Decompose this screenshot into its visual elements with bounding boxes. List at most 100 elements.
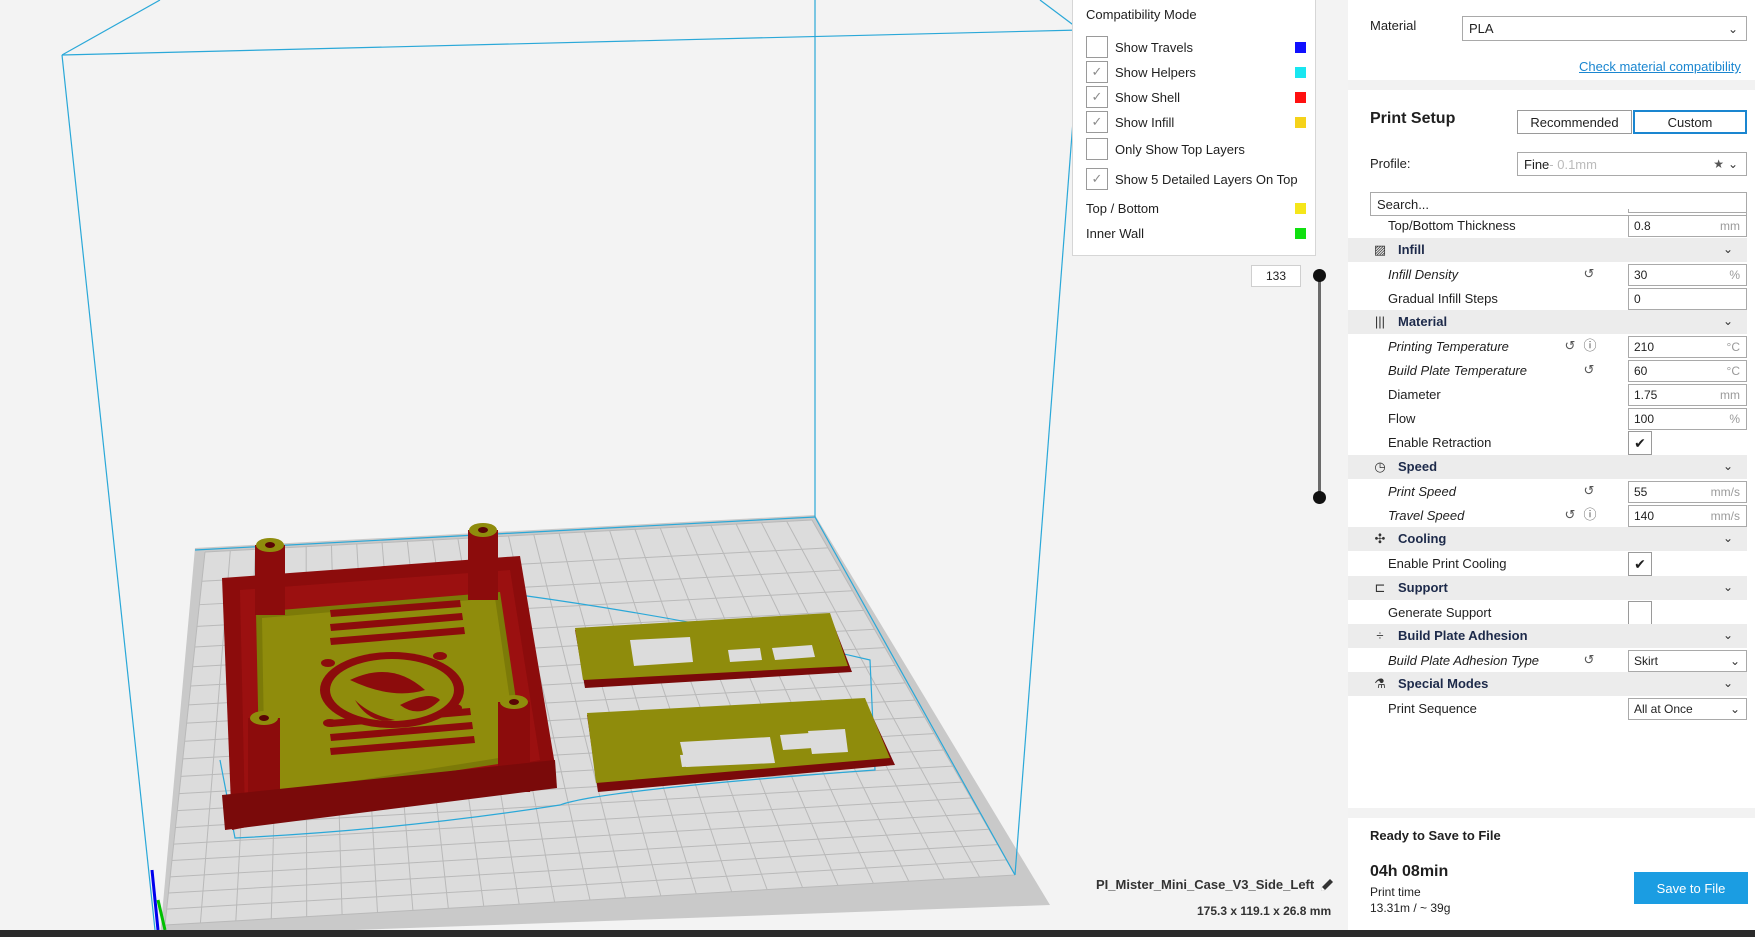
setting-gradual-infill: Gradual Infill Steps 0 <box>1348 285 1747 312</box>
print-sequence-dropdown[interactable]: All at Once ⌄ <box>1628 698 1747 720</box>
flow-input[interactable]: 100% <box>1628 408 1747 430</box>
chevron-down-icon: ⌄ <box>1727 157 1738 171</box>
material-label: Material <box>1370 18 1417 33</box>
setting-label: Build Plate Temperature <box>1388 363 1527 378</box>
z-axis-marker <box>150 869 160 931</box>
speedometer-icon: ◷ <box>1374 459 1386 474</box>
print-speed-input[interactable]: 55 mm/s <box>1628 481 1747 503</box>
case-base-model <box>222 523 557 830</box>
category-special-modes[interactable]: ⚗ Special Modes ⌄ <box>1348 672 1747 696</box>
detailed-layers-row[interactable]: ✓ Show 5 Detailed Layers On Top <box>1086 168 1308 190</box>
setting-label: Gradual Infill Steps <box>1388 291 1498 306</box>
show-travels-row[interactable]: Show Travels <box>1086 36 1308 58</box>
layer-slider-track[interactable] <box>1318 276 1321 498</box>
only-top-layers-checkbox[interactable] <box>1086 138 1108 160</box>
save-to-file-button[interactable]: Save to File <box>1634 872 1748 904</box>
enable-retraction-checkbox[interactable]: ✔ <box>1628 431 1652 455</box>
material-dropdown[interactable]: PLA ⌄ <box>1462 16 1747 41</box>
category-label: Speed <box>1398 459 1438 474</box>
show-helpers-checkbox[interactable]: ✓ <box>1086 61 1108 83</box>
helpers-swatch <box>1295 66 1306 78</box>
infill-density-input[interactable]: 30% <box>1628 264 1747 286</box>
output-card: Ready to Save to File 04h 08min Print ti… <box>1348 818 1755 930</box>
shell-swatch <box>1295 91 1306 103</box>
print-setup-title: Print Setup <box>1370 110 1456 127</box>
layer-number-input[interactable]: 133 <box>1251 265 1301 287</box>
setting-label: Print Sequence <box>1388 701 1477 716</box>
only-top-layers-row[interactable]: Only Show Top Layers <box>1086 138 1308 160</box>
detailed-layers-checkbox[interactable]: ✓ <box>1086 168 1108 190</box>
gradual-infill-input[interactable]: 0 <box>1628 288 1747 310</box>
model-dimensions: 175.3 x 119.1 x 26.8 mm <box>1197 904 1332 918</box>
setting-generate-support: Generate Support <box>1348 599 1747 626</box>
material-value: PLA <box>1469 21 1494 36</box>
setting-diameter: Diameter 1.75 mm <box>1348 381 1747 408</box>
show-shell-label: Show Shell <box>1115 89 1181 105</box>
print-time-value: 04h 08min <box>1370 863 1449 880</box>
setting-travel-speed: Travel Speed ↺ ⓘ 140 mm/s <box>1348 502 1747 529</box>
category-label: Infill <box>1398 242 1425 257</box>
chevron-down-icon: ⌄ <box>1729 702 1740 716</box>
chevron-down-icon: ⌄ <box>1729 654 1740 668</box>
print-time-label: Print time <box>1370 885 1421 899</box>
custom-button[interactable]: Custom <box>1633 110 1747 134</box>
show-infill-row[interactable]: ✓ Show Infill <box>1086 111 1308 133</box>
show-travels-checkbox[interactable] <box>1086 36 1108 58</box>
file-name: PI_Mister_Mini_Case_V3_Side_Left <box>1096 877 1315 892</box>
printing-temperature-input[interactable]: 210 °C <box>1628 336 1747 358</box>
profile-dropdown[interactable]: Fine - 0.1mm ★ ⌄ <box>1517 152 1747 176</box>
category-infill[interactable]: ▨ Infill ⌄ <box>1348 238 1747 262</box>
setting-label: Print Speed <box>1388 484 1456 499</box>
travel-speed-input[interactable]: 140 mm/s <box>1628 505 1747 527</box>
category-label: Support <box>1398 580 1448 595</box>
layer-slider-top-handle[interactable] <box>1313 269 1326 282</box>
category-cooling[interactable]: ✣ Cooling ⌄ <box>1348 527 1747 551</box>
setting-label: Diameter <box>1388 387 1441 402</box>
chevron-down-icon: ⌄ <box>1722 676 1733 690</box>
taskbar-edge <box>0 930 1755 937</box>
build-plate-temperature-input[interactable]: 60 °C <box>1628 360 1747 382</box>
generate-support-checkbox[interactable] <box>1628 601 1652 625</box>
info-icon[interactable]: ⓘ <box>1583 339 1597 353</box>
adhesion-type-dropdown[interactable]: Skirt ⌄ <box>1628 650 1747 672</box>
check-compatibility-link[interactable]: Check material compatibility <box>1579 59 1741 74</box>
chevron-down-icon: ⌄ <box>1722 628 1733 642</box>
setting-label: Travel Speed <box>1388 508 1465 523</box>
reset-icon[interactable]: ↺ <box>1582 484 1596 498</box>
reset-icon[interactable]: ↺ <box>1563 339 1577 353</box>
info-icon[interactable]: ⓘ <box>1583 508 1597 522</box>
reset-icon[interactable]: ↺ <box>1582 653 1596 667</box>
show-helpers-row[interactable]: ✓ Show Helpers <box>1086 61 1308 83</box>
top-bottom-thickness-input[interactable]: 0.8 mm <box>1628 215 1747 237</box>
inner-wall-swatch <box>1295 227 1306 239</box>
diameter-input[interactable]: 1.75 mm <box>1628 384 1747 406</box>
search-placeholder: Search... <box>1377 196 1430 212</box>
inner-wall-legend: Inner Wall <box>1086 225 1308 241</box>
category-label: Cooling <box>1398 531 1447 546</box>
show-travels-label: Show Travels <box>1115 39 1194 55</box>
recommended-button[interactable]: Recommended <box>1517 110 1632 134</box>
category-speed[interactable]: ◷ Speed ⌄ <box>1348 455 1747 479</box>
adhesion-icon: ÷ <box>1376 628 1384 643</box>
print-setup-card: Print Setup Recommended Custom Profile: … <box>1348 90 1755 808</box>
ready-status: Ready to Save to File <box>1370 828 1501 843</box>
reset-icon[interactable]: ↺ <box>1582 363 1596 377</box>
setting-flow: Flow 100% <box>1348 405 1747 432</box>
layer-slider-bottom-handle[interactable] <box>1313 491 1326 504</box>
show-shell-row[interactable]: ✓ Show Shell <box>1086 86 1308 108</box>
category-build-plate-adhesion[interactable]: ÷ Build Plate Adhesion ⌄ <box>1348 624 1747 648</box>
setting-infill-density: Infill Density ↺ 30% <box>1348 261 1747 288</box>
show-infill-checkbox[interactable]: ✓ <box>1086 111 1108 133</box>
reset-icon[interactable]: ↺ <box>1582 267 1596 281</box>
setting-adhesion-type: Build Plate Adhesion Type ↺ Skirt ⌄ <box>1348 647 1747 674</box>
show-shell-checkbox[interactable]: ✓ <box>1086 86 1108 108</box>
reset-icon[interactable]: ↺ <box>1563 508 1577 522</box>
layer-view-legend: Compatibility Mode Show Travels ✓ Show H… <box>1072 0 1316 256</box>
pencil-icon[interactable] <box>1318 876 1336 894</box>
star-icon[interactable]: ★ <box>1713 157 1724 171</box>
category-support[interactable]: ⊏ Support ⌄ <box>1348 576 1747 600</box>
enable-print-cooling-checkbox[interactable]: ✔ <box>1628 552 1652 576</box>
top-bottom-swatch <box>1295 202 1306 214</box>
category-material[interactable]: ||| Material ⌄ <box>1348 310 1747 334</box>
category-label: Material <box>1398 314 1448 329</box>
